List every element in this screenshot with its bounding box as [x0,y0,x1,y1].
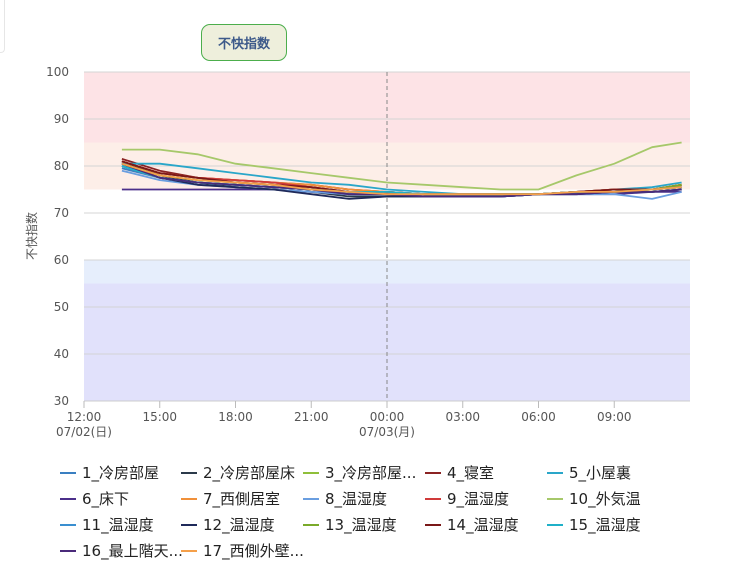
x-tick-label: 18:00 [218,410,253,424]
legend-item-4[interactable]: 4_寝室 [425,462,494,483]
legend-swatch [181,497,197,500]
x-tick-label: 15:00 [142,410,177,424]
legend-item-11[interactable]: 11_温湿度 [60,514,154,535]
legend-label: 7_西側居室 [203,490,281,508]
legend-swatch [60,523,76,526]
y-tick-label: 30 [54,394,69,408]
legend-item-12[interactable]: 12_温湿度 [181,514,275,535]
legend-label: 2_冷房部屋床 [203,464,296,482]
legend-label: 15_温湿度 [569,516,641,534]
legend-label: 6_床下 [82,490,130,508]
legend-label: 12_温湿度 [203,516,275,534]
x-tick-label: 03:00 [445,410,480,424]
legend-swatch [60,549,76,552]
legend-label: 10_外気温 [569,490,641,508]
x-axis-ticks: 12:0007/02(日) 15:00 18:00 21:00 00:0007/03(月… [56,400,690,439]
x-tick-label: 09:00 [597,410,632,424]
x-tick-date-label: 07/03(月) [359,425,415,439]
legend-item-2[interactable]: 2_冷房部屋床 [181,462,295,483]
legend-swatch [425,471,441,474]
legend-item-16[interactable]: 16_最上階天... [60,540,183,561]
y-tick-label: 50 [54,300,69,314]
legend-swatch [547,523,563,526]
legend-item-7[interactable]: 7_西側居室 [181,488,280,509]
y-axis-ticks: 30 40 50 60 70 80 90 100 [46,65,69,408]
legend-label: 8_温湿度 [325,490,388,508]
y-tick-label: 40 [54,347,69,361]
y-tick-label: 80 [54,159,69,173]
legend-label: 1_冷房部屋 [82,464,160,482]
legend-item-6[interactable]: 6_床下 [60,488,129,509]
legend-item-14[interactable]: 14_温湿度 [425,514,519,535]
x-tick-label: 06:00 [521,410,556,424]
legend-item-8[interactable]: 8_温湿度 [303,488,387,509]
legend-swatch [303,471,319,474]
legend-label: 3_冷房部屋... [325,464,417,482]
chart-title: 不快指数 [201,24,287,61]
legend-swatch [547,497,563,500]
legend-item-5[interactable]: 5_小屋裏 [547,462,631,483]
legend-label: 9_温湿度 [447,490,510,508]
x-tick-date-label: 07/02(日) [56,425,112,439]
legend-swatch [547,471,563,474]
legend-label: 16_最上階天... [82,542,183,560]
legend-label: 17_西側外壁... [203,542,304,560]
legend-swatch [303,497,319,500]
y-tick-label: 60 [54,253,69,267]
x-tick-label: 12:00 [67,410,102,424]
legend-item-10[interactable]: 10_外気温 [547,488,641,509]
x-tick-label: 21:00 [294,410,329,424]
legend-swatch [303,523,319,526]
y-axis-label: 不快指数 [24,212,39,260]
legend-item-3[interactable]: 3_冷房部屋... [303,462,416,483]
legend-swatch [181,471,197,474]
legend-label: 4_寝室 [447,464,495,482]
legend-label: 5_小屋裏 [569,464,632,482]
y-tick-label: 90 [54,112,69,126]
legend-swatch [425,523,441,526]
legend-swatch [425,497,441,500]
legend-swatch [181,549,197,552]
legend-swatch [60,497,76,500]
y-tick-label: 70 [54,206,69,220]
legend-swatch [181,523,197,526]
legend-label: 14_温湿度 [447,516,519,534]
legend-item-15[interactable]: 15_温湿度 [547,514,641,535]
legend-item-13[interactable]: 13_温湿度 [303,514,397,535]
legend-item-17[interactable]: 17_西側外壁... [181,540,304,561]
legend-item-9[interactable]: 9_温湿度 [425,488,509,509]
legend-swatch [60,471,76,474]
y-tick-label: 100 [46,65,69,79]
legend-item-1[interactable]: 1_冷房部屋 [60,462,159,483]
legend-label: 13_温湿度 [325,516,397,534]
legend-label: 11_温湿度 [82,516,154,534]
x-tick-label: 00:00 [370,410,405,424]
